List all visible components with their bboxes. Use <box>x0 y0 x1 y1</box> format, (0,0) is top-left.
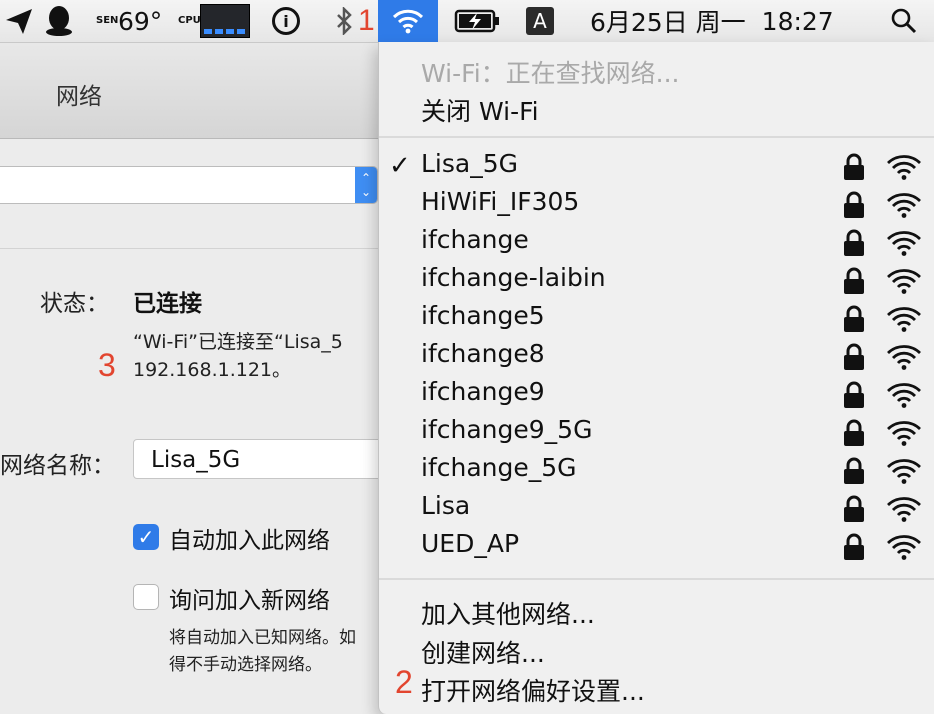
wifi-signal-icon <box>887 193 921 218</box>
status-description: “Wi-Fi”已连接至“Lisa_5 192.168.1.121。 <box>133 328 343 384</box>
lock-icon <box>844 305 864 332</box>
wifi-signal-icon <box>887 383 921 408</box>
wifi-signal-icon <box>887 421 921 446</box>
annotation-1: 1 <box>358 0 375 42</box>
network-ssid: Lisa <box>421 491 471 520</box>
hint-line2: 得不手动选择网络。 <box>169 655 322 675</box>
network-item[interactable]: HiWiFi_IF305 <box>379 187 934 225</box>
menu-bar: SEN 69° CPU i 1 A 6月25日 周一 18:27 <box>0 0 934 43</box>
cpu-label: CPU <box>178 0 201 42</box>
cpu-text: CPU <box>178 15 201 26</box>
menu-separator <box>379 136 934 138</box>
ask-join-label: 询问加入新网络 <box>169 588 330 614</box>
wifi-signal-icon <box>887 231 921 256</box>
network-ssid: ifchange_5G <box>421 453 577 482</box>
temperature-value: 69° <box>118 6 163 36</box>
status-label: 状态： <box>40 291 109 317</box>
status-desc-line2: 192.168.1.121。 <box>133 359 292 381</box>
network-item[interactable]: ifchange8 <box>379 339 934 377</box>
info-icon[interactable]: i <box>272 0 300 42</box>
info-icon-glyph: i <box>272 7 300 35</box>
ask-join-hint: 将自动加入已知网络。如 得不手动选择网络。 <box>169 625 356 679</box>
wifi-signal-icon <box>887 155 921 180</box>
network-ssid: ifchange9_5G <box>421 415 593 444</box>
create-network-item[interactable]: 创建网络... <box>421 634 545 670</box>
network-item[interactable]: ifchange <box>379 225 934 263</box>
lock-icon <box>844 343 864 370</box>
network-item[interactable]: ifchange-laibin <box>379 263 934 301</box>
lock-icon <box>844 419 864 446</box>
lock-icon <box>844 191 864 218</box>
network-item[interactable]: ifchange9_5G <box>379 415 934 453</box>
network-item[interactable]: ifchange5 <box>379 301 934 339</box>
wifi-signal-icon <box>887 307 921 332</box>
network-name-label: 网络名称： <box>0 453 115 479</box>
sensor-text: SEN <box>96 15 119 26</box>
send-icon[interactable] <box>4 0 34 42</box>
wifi-signal-icon <box>887 269 921 294</box>
hint-line1: 将自动加入已知网络。如 <box>169 628 356 648</box>
bluetooth-icon[interactable] <box>334 0 354 42</box>
select-stepper-icon[interactable]: ⌃ ⌄ <box>355 167 377 203</box>
network-ssid: ifchange5 <box>421 301 545 330</box>
lock-icon <box>844 495 864 522</box>
network-name-value: Lisa_5G <box>151 447 241 473</box>
auto-join-label: 自动加入此网络 <box>169 528 330 554</box>
network-ssid: ifchange-laibin <box>421 263 606 292</box>
menubar-time: 18:27 <box>761 6 834 36</box>
input-source-letter: A <box>526 7 554 35</box>
annotation-2: 2 <box>395 664 413 700</box>
network-name-select[interactable]: Lisa_5G <box>133 439 393 479</box>
network-item[interactable]: UED_AP <box>379 529 934 567</box>
lock-icon <box>844 381 864 408</box>
network-ssid: HiWiFi_IF305 <box>421 187 580 216</box>
wifi-status-text: Wi-Fi：正在查找网络... <box>421 59 680 88</box>
auto-join-checkbox[interactable]: ✓ <box>133 524 159 550</box>
wifi-icon[interactable] <box>378 0 438 42</box>
lock-icon <box>844 153 864 180</box>
battery-charging-icon[interactable] <box>454 0 502 42</box>
checkmark-icon: ✓ <box>389 151 411 181</box>
network-item[interactable]: ifchange_5G <box>379 453 934 491</box>
temperature-readout[interactable]: 69° <box>118 0 162 42</box>
wifi-signal-icon <box>887 497 921 522</box>
wifi-signal-icon <box>887 535 921 560</box>
cpu-meter-icon[interactable] <box>200 0 250 42</box>
ask-join-checkbox[interactable] <box>133 584 159 610</box>
network-item[interactable]: Lisa <box>379 491 934 529</box>
wifi-signal-icon <box>887 459 921 484</box>
status-value: 已连接 <box>133 291 202 317</box>
sensor-label: SEN <box>96 0 119 42</box>
lock-icon <box>844 229 864 256</box>
open-network-preferences-item[interactable]: 打开网络偏好设置... <box>421 672 645 708</box>
clock[interactable]: 6月25日 周一 18:27 <box>590 0 834 42</box>
network-ssid: UED_AP <box>421 529 520 558</box>
network-item[interactable]: ✓ Lisa_5G <box>379 149 934 187</box>
qq-penguin-icon[interactable] <box>44 0 74 42</box>
lock-icon <box>844 533 864 560</box>
lock-icon <box>844 457 864 484</box>
interface-select[interactable]: ⌃ ⌄ <box>0 166 378 204</box>
spotlight-search-icon[interactable] <box>890 0 918 42</box>
window-title: 网络 <box>56 84 102 110</box>
menubar-date: 6月25日 周一 <box>590 8 746 37</box>
annotation-1-text: 1 <box>358 4 375 37</box>
annotation-3: 3 <box>98 347 116 383</box>
join-other-network-item[interactable]: 加入其他网络... <box>421 595 595 631</box>
network-ssid: ifchange <box>421 225 529 254</box>
menu-separator <box>379 578 934 580</box>
wifi-menu: Wi-Fi：正在查找网络... 关闭 Wi-Fi ✓ Lisa_5G HiWiFi_… <box>378 42 934 714</box>
lock-icon <box>844 267 864 294</box>
status-desc-line1: “Wi-Fi”已连接至“Lisa_5 <box>133 331 343 353</box>
wifi-signal-icon <box>887 345 921 370</box>
network-item[interactable]: ifchange9 <box>379 377 934 415</box>
network-ssid: ifchange8 <box>421 339 545 368</box>
network-ssid: ifchange9 <box>421 377 545 406</box>
network-ssid: Lisa_5G <box>421 149 518 178</box>
turn-off-wifi-item[interactable]: 关闭 Wi-Fi <box>421 92 539 128</box>
input-source-icon[interactable]: A <box>526 0 554 42</box>
